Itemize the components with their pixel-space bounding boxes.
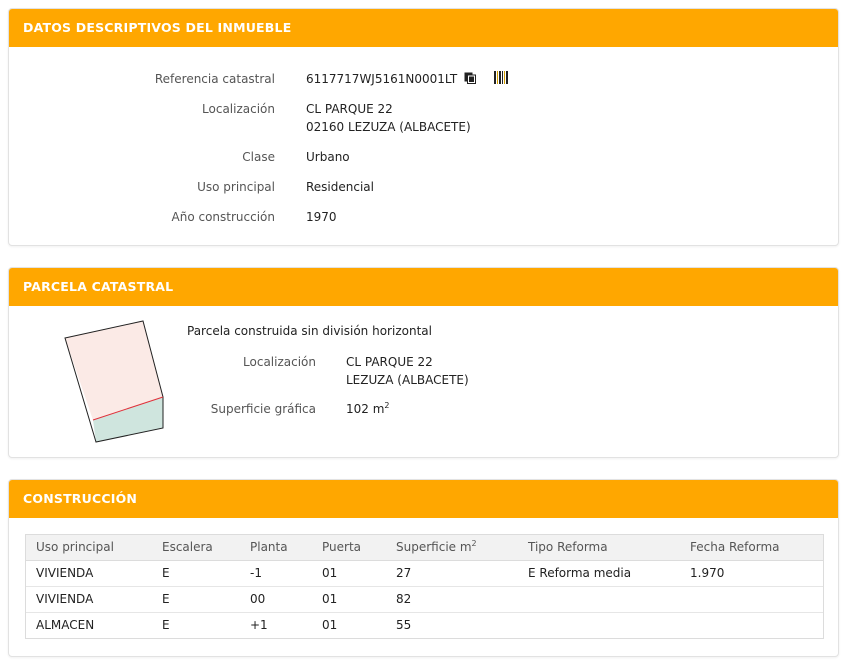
parcel-plot-image[interactable] (59, 318, 169, 448)
parcela-localizacion-line2: LEZUZA (ALBACETE) (346, 373, 469, 387)
table-header-row: Uso principal Escalera Planta Puerta Sup… (26, 535, 823, 561)
clase-value: Urbano (306, 150, 350, 164)
table-cell: E (152, 586, 240, 613)
referencia-value: 6117717WJ5161N0001LT (306, 72, 458, 86)
localizacion-label: Localización (202, 102, 275, 116)
col-tipo-reforma: Tipo Reforma (518, 535, 680, 561)
table-cell: VIVIENDA (26, 586, 152, 613)
parcela-localizacion-line1: CL PARQUE 22 (346, 355, 433, 369)
superficie-grafica-number: 102 m (346, 402, 385, 416)
panel-header-inmueble: DATOS DESCRIPTIVOS DEL INMUEBLE (9, 9, 838, 47)
superficie-grafica-label: Superficie gráfica (210, 402, 316, 416)
table-cell: 27 (386, 560, 518, 587)
construccion-table-wrap: Uso principal Escalera Planta Puerta Sup… (25, 534, 824, 639)
col-planta: Planta (240, 535, 312, 561)
parcela-descripcion: Parcela construida sin división horizont… (187, 324, 432, 338)
table-cell: 55 (396, 618, 412, 633)
table-cell: 01 (322, 618, 338, 633)
table-cell: 01 (312, 560, 386, 587)
col-superficie: Superficie m2 (386, 535, 518, 561)
col-puerta: Puerta (312, 535, 386, 561)
col-superficie-sup: 2 (471, 539, 477, 549)
col-uso-principal: Uso principal (26, 535, 152, 561)
table-cell: E (152, 560, 240, 587)
table-cell: +1 (250, 618, 268, 633)
table-cell (518, 586, 680, 613)
table-cell: ALMACEN (36, 618, 95, 633)
table-cell: 82 (386, 586, 518, 613)
localizacion-line1: CL PARQUE 22 (306, 102, 393, 116)
col-escalera: Escalera (152, 535, 240, 561)
superficie-grafica-value: 102 m2 (346, 400, 390, 418)
col-superficie-label: Superficie m (396, 540, 472, 555)
anio-construccion-label: Año construcción (171, 210, 276, 224)
table-cell: 1.970 (680, 560, 823, 587)
localizacion-line2: 02160 LEZUZA (ALBACETE) (306, 120, 471, 134)
table-cell: -1 (240, 560, 312, 587)
table-cell: VIVIENDA (26, 560, 152, 587)
table-row: VIVIENDA E 00 01 82 (26, 586, 823, 613)
superficie-grafica-unit-sup: 2 (384, 401, 390, 410)
table-cell: 00 (240, 586, 312, 613)
anio-construccion-value: 1970 (306, 210, 337, 224)
uso-principal-value: Residencial (306, 180, 374, 194)
referencia-label: Referencia catastral (154, 72, 275, 86)
table-cell (518, 612, 680, 638)
datos-descriptivos-panel: DATOS DESCRIPTIVOS DEL INMUEBLE Referenc… (8, 8, 839, 246)
construccion-table: Uso principal Escalera Planta Puerta Sup… (26, 535, 823, 638)
parcela-localizacion-label: Localización (243, 355, 316, 369)
panel-header-construccion: CONSTRUCCIÓN (9, 480, 838, 518)
panel-header-parcela: PARCELA CATASTRAL (9, 268, 838, 306)
table-cell: E (162, 618, 170, 633)
table-cell: 01 (312, 586, 386, 613)
table-row: VIVIENDA E -1 01 27 E Reforma media 1.97… (26, 560, 823, 587)
construccion-panel: CONSTRUCCIÓN Uso principal Escalera Plan… (8, 479, 839, 657)
parcela-catastral-panel: PARCELA CATASTRAL Parcela construida sin… (8, 267, 839, 458)
table-cell (680, 586, 823, 613)
copy-icon[interactable] (464, 72, 476, 84)
table-row: ALMACEN E +1 01 55 (26, 612, 823, 638)
table-cell (680, 612, 823, 638)
col-fecha-reforma: Fecha Reforma (680, 535, 823, 561)
uso-principal-label: Uso principal (197, 180, 275, 194)
barcode-icon[interactable] (494, 71, 508, 84)
table-cell: E Reforma media (518, 560, 680, 587)
clase-label: Clase (242, 150, 275, 164)
